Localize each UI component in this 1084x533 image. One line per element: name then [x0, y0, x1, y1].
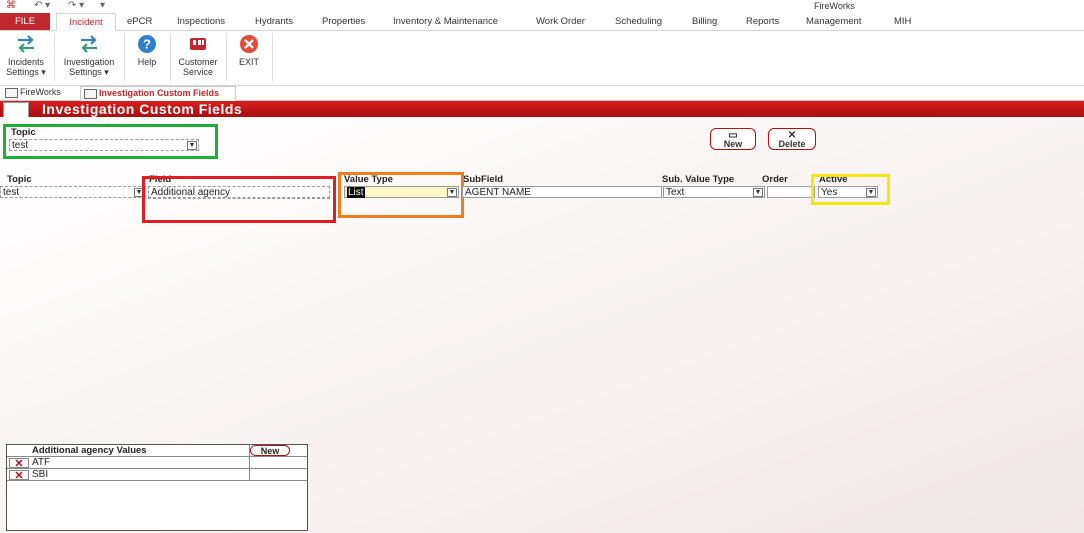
header-order: Order	[762, 174, 788, 185]
list-item: ✕ SBI	[7, 469, 307, 482]
list-item: ✕ ATF	[7, 457, 307, 470]
tab-reports[interactable]: Reports	[744, 13, 781, 30]
help-button[interactable]: ? Help	[128, 31, 166, 83]
ribbon-tab-bar: FILE Incident ePCR Inspections Hydrants …	[0, 13, 1084, 32]
active-select[interactable]: Yes ▼	[818, 186, 878, 198]
delete-value-icon[interactable]: ✕	[9, 458, 29, 470]
chevron-down-icon[interactable]: ▼	[753, 188, 763, 197]
header-subfield: SubField	[463, 174, 504, 185]
form-header: Investigation Custom Fields	[0, 101, 1084, 119]
title-bar: ⌘ ↶ ▾ ↷ ▾ ▾ FireWorks	[0, 0, 1084, 13]
new-button[interactable]: ▭ New	[710, 128, 756, 150]
customize-toolbar-icon[interactable]: ▾	[100, 0, 105, 11]
tab-billing[interactable]: Billing	[690, 13, 719, 30]
svg-text:?: ?	[143, 37, 151, 52]
header-topic: Topic	[7, 174, 32, 185]
topic-select[interactable]: test ▼	[9, 139, 199, 151]
form-title: Investigation Custom Fields	[42, 101, 243, 117]
chevron-down-icon[interactable]: ▼	[187, 141, 197, 150]
delete-button[interactable]: ✕ Delete	[768, 128, 816, 150]
value-text[interactable]: ATF	[32, 457, 50, 469]
ribbon: Incidents Settings ▾ Investigation Setti…	[0, 31, 1084, 86]
undo-icon[interactable]: ↶ ▾	[34, 0, 50, 11]
value-text[interactable]: SBI	[32, 469, 48, 481]
tab-inspections[interactable]: Inspections	[175, 13, 227, 30]
tab-management[interactable]: Management	[804, 13, 863, 30]
ribbon-separator	[272, 33, 273, 81]
field-highlight-box	[142, 176, 336, 223]
field-input[interactable]: Additional agency	[148, 186, 330, 198]
document-tab-bar: FireWorks Investigation Custom Fields	[0, 86, 1084, 101]
delete-value-icon[interactable]: ✕	[9, 470, 29, 482]
order-input[interactable]	[767, 186, 815, 198]
form-icon	[84, 89, 97, 99]
column-divider	[249, 469, 250, 481]
tab-mih[interactable]: MIH	[892, 13, 913, 30]
ribbon-separator	[124, 33, 125, 81]
help-icon: ?	[138, 35, 156, 53]
tab-work-order[interactable]: Work Order	[534, 13, 587, 30]
tab-incident[interactable]: Incident	[56, 13, 116, 32]
swap-arrows-icon	[81, 35, 97, 53]
fire-truck-icon	[190, 38, 206, 50]
exit-button[interactable]: EXIT	[230, 31, 268, 83]
sub-value-type-select[interactable]: Text ▼	[663, 186, 765, 198]
redo-icon[interactable]: ↷ ▾	[68, 0, 84, 11]
incidents-settings-button[interactable]: Incidents Settings ▾	[2, 31, 50, 83]
customer-service-button[interactable]: Customer Service	[174, 31, 222, 83]
doc-tab-investigation-custom-fields[interactable]: Investigation Custom Fields	[80, 86, 236, 101]
chevron-down-icon[interactable]: ▼	[866, 188, 876, 197]
subform-new-button[interactable]: New	[250, 445, 290, 456]
swap-arrows-icon	[18, 35, 34, 53]
ribbon-separator	[226, 33, 227, 81]
ribbon-separator	[54, 33, 55, 81]
form-icon	[5, 88, 18, 98]
values-subform: Additional agency Values New ✕ ATF ✕ SBI	[6, 444, 308, 531]
value-type-select[interactable]: List ▼	[344, 186, 459, 198]
column-divider	[249, 457, 250, 469]
subform-header: Additional agency Values New	[7, 445, 307, 457]
tab-epcr[interactable]: ePCR	[125, 13, 154, 30]
subfield-input[interactable]: AGENT NAME	[462, 186, 662, 198]
close-circle-icon	[240, 35, 258, 53]
doc-tab-fireworks[interactable]: FireWorks	[2, 86, 90, 99]
tab-inventory-maintenance[interactable]: Inventory & Maintenance	[391, 13, 500, 30]
topic-label: Topic	[11, 127, 36, 138]
header-sub-value-type: Sub. Value Type	[662, 174, 735, 185]
tab-properties[interactable]: Properties	[320, 13, 367, 30]
chevron-down-icon[interactable]: ▼	[447, 188, 457, 197]
ribbon-separator	[170, 33, 171, 81]
tab-scheduling[interactable]: Scheduling	[613, 13, 664, 30]
investigation-settings-button[interactable]: Investigation Settings ▾	[58, 31, 120, 83]
app-title: FireWorks	[814, 1, 855, 11]
field-input-underline	[148, 198, 330, 199]
subform-title: Additional agency Values	[32, 445, 147, 456]
access-app-icon: ⌘	[6, 0, 16, 11]
tab-hydrants[interactable]: Hydrants	[253, 13, 295, 30]
tab-file[interactable]: FILE	[0, 13, 50, 30]
row-topic-select[interactable]: test ▼	[0, 186, 146, 198]
